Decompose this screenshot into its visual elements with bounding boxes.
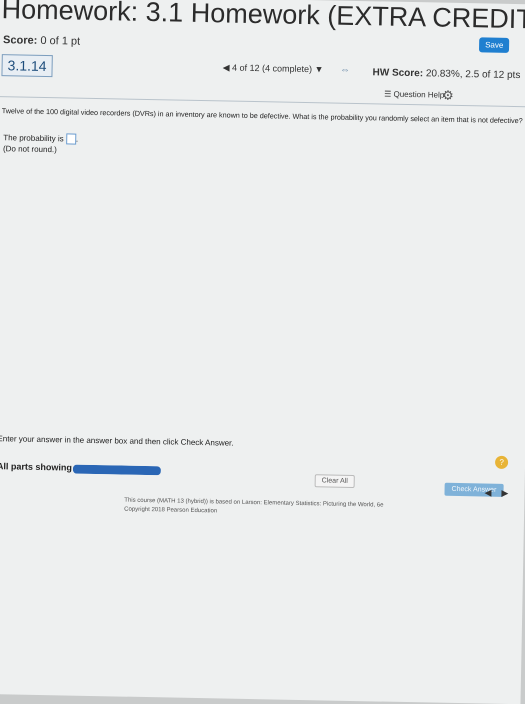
answer-suffix: . [75, 134, 79, 144]
footer: This course (MATH 13 (hybrid)) is based … [124, 497, 384, 520]
bottom-navigation: ◀ ▶ [484, 488, 508, 499]
prev-arrow-icon[interactable]: ◀ [484, 488, 491, 498]
hw-score-label: HW Score: [372, 67, 424, 80]
scroll-icon[interactable]: ⇔ [340, 65, 350, 76]
answer-area: The probability is . (Do not round.) [3, 132, 78, 156]
score-value: 0 of 1 pt [40, 34, 81, 48]
question-number: 3.1.14 [1, 54, 53, 78]
score-display: Score: 0 of 1 pt [3, 34, 80, 47]
progress-fill [72, 464, 161, 476]
clear-all-button[interactable]: Clear All [314, 474, 355, 489]
hw-score-display: HW Score: 20.83%, 2.5 of 12 pts [372, 67, 520, 81]
help-icon[interactable]: ? [494, 455, 509, 469]
score-label: Score: [2, 34, 38, 47]
question-help-label: Question Help [393, 89, 445, 100]
answer-input[interactable] [65, 133, 77, 145]
homework-screen: Homework: 3.1 Homework (EXTRA CREDIT) Sa… [0, 0, 525, 704]
answer-note: (Do not round.) [2, 144, 57, 155]
question-dropdown-arrow[interactable]: ▼ [315, 64, 324, 74]
question-text: Twelve of the 100 digital video recorder… [1, 106, 523, 126]
question-position[interactable]: 4 of 12 (4 complete) [232, 63, 312, 75]
save-button[interactable]: Save [478, 37, 510, 53]
next-arrow-icon[interactable]: ▶ [501, 488, 508, 498]
gear-icon[interactable]: ⚙ [442, 88, 454, 104]
page-title: Homework: 3.1 Homework (EXTRA CREDIT) [1, 0, 525, 35]
parts-label: All parts showing [0, 461, 73, 473]
parts-progress-bar [72, 464, 161, 476]
question-help-icon: ☰ [384, 89, 392, 99]
instructions: Enter your answer in the answer box and … [0, 434, 234, 448]
answer-prefix: The probability is [3, 133, 64, 144]
question-navigation: ◀ 4 of 12 (4 complete) ▼ ⇔ [223, 62, 351, 75]
prev-question-arrow[interactable]: ◀ [223, 62, 230, 72]
question-help-button[interactable]: ☰ Question Help ⚙ [384, 88, 454, 103]
hw-score-value: 20.83%, 2.5 of 12 pts [425, 68, 521, 82]
